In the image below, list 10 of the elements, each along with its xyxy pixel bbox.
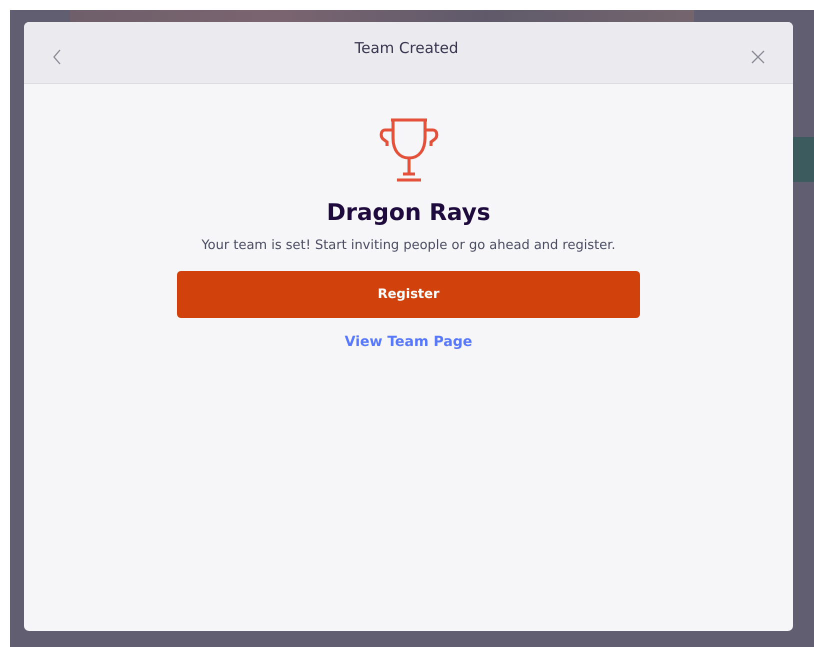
register-button[interactable]: Register xyxy=(177,271,640,318)
close-icon xyxy=(751,50,765,64)
chevron-left-icon xyxy=(52,48,62,64)
close-button[interactable] xyxy=(751,50,765,64)
dialog-message: Your team is set! Start inviting people or go ahead and register. xyxy=(201,238,616,253)
page-button-block xyxy=(793,137,814,182)
dialog-title: Team Created xyxy=(354,38,458,56)
team-name: Dragon Rays xyxy=(326,200,490,226)
back-button[interactable] xyxy=(52,48,62,64)
view-team-page-link[interactable]: View Team Page xyxy=(344,334,472,350)
